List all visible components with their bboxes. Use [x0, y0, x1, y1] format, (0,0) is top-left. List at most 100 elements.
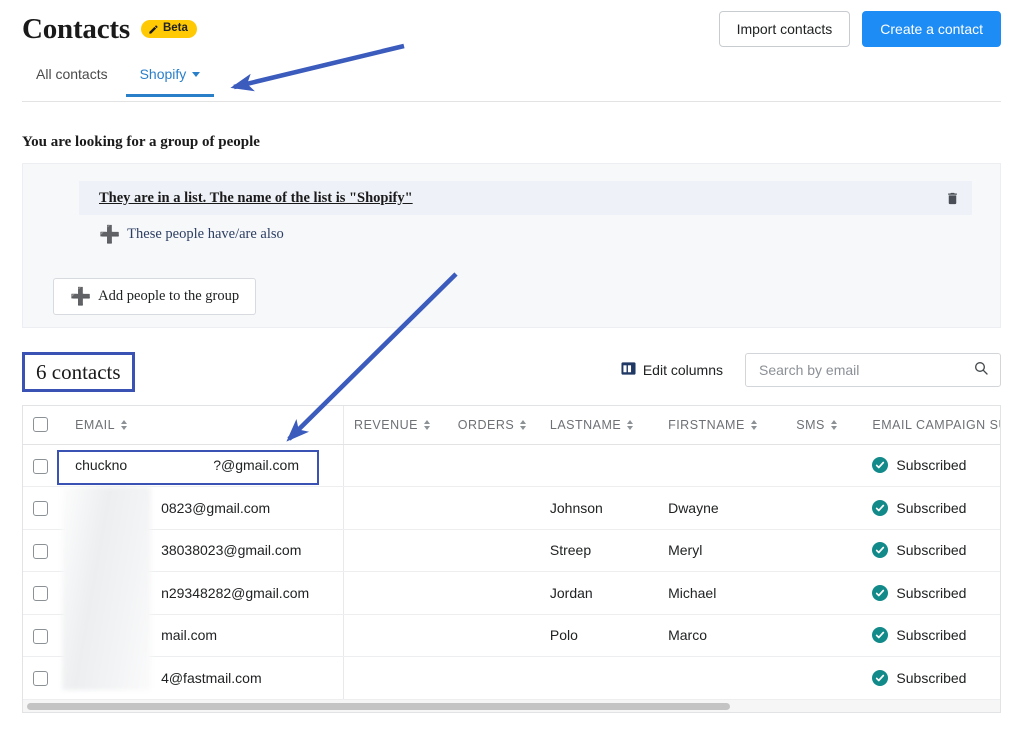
column-header-lastname-label: LASTNAME [550, 418, 621, 432]
row-checkbox[interactable] [33, 586, 48, 601]
search-icon[interactable] [973, 360, 989, 381]
cell-sms [786, 444, 862, 487]
check-circle-icon [872, 542, 888, 558]
email-suffix: mail.com [161, 627, 217, 643]
tab-all-contacts[interactable]: All contacts [22, 62, 122, 97]
column-header-subscription-label: EMAIL CAMPAIGN SUBSCRIPTION [872, 418, 1001, 432]
column-header-orders[interactable]: ORDERS [448, 406, 540, 444]
sort-icon[interactable] [424, 420, 430, 430]
subscription-label: Subscribed [896, 627, 966, 643]
table-row[interactable]: n29348282@gmail.com Jordan Michael Subsc… [23, 572, 1001, 615]
trash-icon[interactable] [945, 190, 960, 207]
row-checkbox[interactable] [33, 544, 48, 559]
cell-sms [786, 614, 862, 657]
email-suffix: n29348282@gmail.com [161, 585, 309, 601]
group-builder-panel: They are in a list. The name of the list… [22, 163, 1001, 328]
row-checkbox[interactable] [33, 501, 48, 516]
cell-firstname: Michael [658, 572, 786, 615]
check-circle-icon [872, 585, 888, 601]
email-suffix: 0823@gmail.com [161, 500, 270, 516]
cell-orders [448, 529, 540, 572]
table-toolbar: Edit columns [621, 353, 1001, 387]
tab-shopify[interactable]: Shopify [126, 62, 215, 97]
cell-orders [448, 444, 540, 487]
column-header-firstname-label: FIRSTNAME [668, 418, 745, 432]
pencil-icon [148, 24, 159, 35]
table-row[interactable]: mail.com Polo Marco Subscribed [23, 614, 1001, 657]
status-badge: Beta [141, 20, 197, 38]
table-row[interactable]: 38038023@gmail.com Streep Meryl Subscrib… [23, 529, 1001, 572]
horizontal-scrollbar[interactable] [22, 700, 1001, 713]
column-header-sms[interactable]: SMS [786, 406, 862, 444]
sort-icon[interactable] [520, 420, 526, 430]
cell-lastname: Polo [540, 614, 658, 657]
row-select-cell [23, 529, 65, 572]
column-header-email-campaign-subscription[interactable]: EMAIL CAMPAIGN SUBSCRIPTION [862, 406, 1001, 444]
cell-revenue [344, 614, 448, 657]
tab-all-contacts-label: All contacts [36, 66, 108, 83]
cell-orders [448, 614, 540, 657]
sort-icon[interactable] [121, 420, 127, 430]
cell-firstname: Meryl [658, 529, 786, 572]
row-checkbox[interactable] [33, 629, 48, 644]
cell-firstname [658, 444, 786, 487]
search-box[interactable] [745, 353, 1001, 387]
cell-sms [786, 529, 862, 572]
check-circle-icon [872, 457, 888, 473]
column-header-email[interactable]: EMAIL [65, 406, 343, 444]
row-checkbox[interactable] [33, 671, 48, 686]
plus-icon: ➕ [99, 226, 120, 243]
cell-orders [448, 572, 540, 615]
search-input[interactable] [757, 361, 973, 379]
row-select-cell [23, 487, 65, 530]
row-select-cell [23, 657, 65, 700]
cell-sms [786, 487, 862, 530]
cell-subscription: Subscribed [862, 657, 1001, 700]
cell-orders [448, 657, 540, 700]
page-title: Contacts [22, 15, 130, 44]
import-contacts-button[interactable]: Import contacts [719, 11, 851, 48]
column-header-lastname[interactable]: LASTNAME [540, 406, 658, 444]
subscription-label: Subscribed [896, 670, 966, 686]
check-circle-icon [872, 670, 888, 686]
subscription-label: Subscribed [896, 457, 966, 473]
cell-orders [448, 487, 540, 530]
column-header-firstname[interactable]: FIRSTNAME [658, 406, 786, 444]
column-header-email-label: EMAIL [75, 418, 115, 432]
cell-subscription: Subscribed [862, 444, 1001, 487]
columns-icon [621, 361, 636, 379]
create-contact-button[interactable]: Create a contact [862, 11, 1001, 48]
title-group: Contacts Beta [22, 15, 197, 44]
column-header-revenue-label: REVENUE [354, 418, 418, 432]
check-circle-icon [872, 500, 888, 516]
column-header-revenue[interactable]: REVENUE [344, 406, 448, 444]
table-row[interactable]: 4@fastmail.com Subscribed [23, 657, 1001, 700]
filter-condition-text[interactable]: They are in a list. The name of the list… [99, 190, 413, 207]
email-suffix: 4@fastmail.com [161, 670, 262, 686]
cell-sms [786, 657, 862, 700]
cell-revenue [344, 572, 448, 615]
scrollbar-thumb[interactable] [27, 703, 730, 710]
add-people-button[interactable]: ➕ Add people to the group [53, 278, 256, 315]
row-checkbox[interactable] [33, 459, 48, 474]
row-select-cell [23, 614, 65, 657]
filter-condition-row[interactable]: They are in a list. The name of the list… [79, 181, 972, 215]
sort-icon[interactable] [831, 420, 837, 430]
cell-lastname [540, 657, 658, 700]
tab-bar: All contacts Shopify [22, 62, 1001, 102]
sort-icon[interactable] [751, 420, 757, 430]
cell-firstname: Dwayne [658, 487, 786, 530]
add-condition-button[interactable]: ➕ These people have/are also [99, 226, 284, 243]
table-row[interactable]: 0823@gmail.com Johnson Dwayne Subscribed [23, 487, 1001, 530]
badge-label: Beta [163, 23, 188, 35]
subscription-label: Subscribed [896, 500, 966, 516]
sort-icon[interactable] [627, 420, 633, 430]
cell-subscription: Subscribed [862, 614, 1001, 657]
page-header: Contacts Beta Import contacts Create a c… [0, 0, 1023, 58]
tab-shopify-label: Shopify [140, 66, 187, 83]
column-header-sms-label: SMS [796, 418, 825, 432]
cell-revenue [344, 444, 448, 487]
edit-columns-button[interactable]: Edit columns [621, 361, 723, 379]
plus-icon: ➕ [70, 288, 91, 305]
select-all-checkbox[interactable] [33, 417, 48, 432]
